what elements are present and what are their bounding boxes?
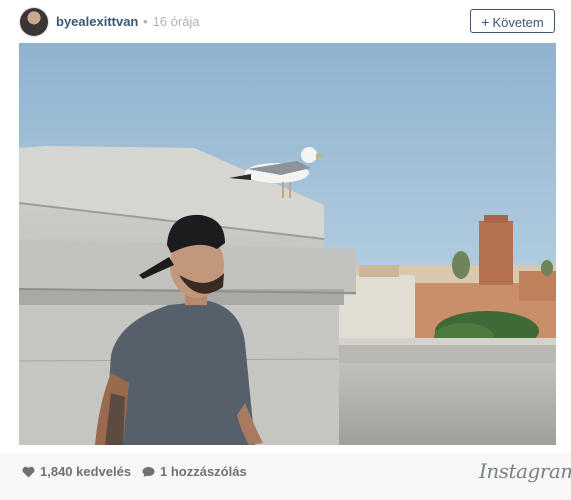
likes-count[interactable]: 1,840 kedvelés (22, 464, 131, 479)
post-header: byealexittvan • 16 órája + Követem (0, 0, 571, 44)
instagram-embed-card: byealexittvan • 16 órája + Követem 1,840… (0, 0, 571, 500)
comments-count[interactable]: 1 hozzászólás (142, 464, 247, 479)
username-link[interactable]: byealexittvan (56, 14, 138, 29)
post-timestamp[interactable]: • 16 órája (143, 14, 200, 29)
photo-scene (19, 43, 556, 445)
timestamp-text: 16 órája (152, 14, 200, 29)
separator-dot: • (143, 14, 148, 29)
post-photo[interactable] (19, 43, 556, 445)
likes-text: 1,840 kedvelés (40, 464, 132, 479)
heart-icon (22, 466, 35, 478)
comments-text: 1 hozzászólás (160, 464, 247, 479)
follow-label: Követem (492, 15, 544, 30)
instagram-logo[interactable]: Instagram (479, 459, 571, 483)
post-footer: 1,840 kedvelés 1 hozzászólás Instagram (0, 453, 571, 500)
plus-icon: + (481, 14, 490, 30)
speech-bubble-icon (142, 467, 155, 477)
avatar[interactable] (20, 8, 48, 36)
follow-button[interactable]: + Követem (470, 9, 555, 33)
